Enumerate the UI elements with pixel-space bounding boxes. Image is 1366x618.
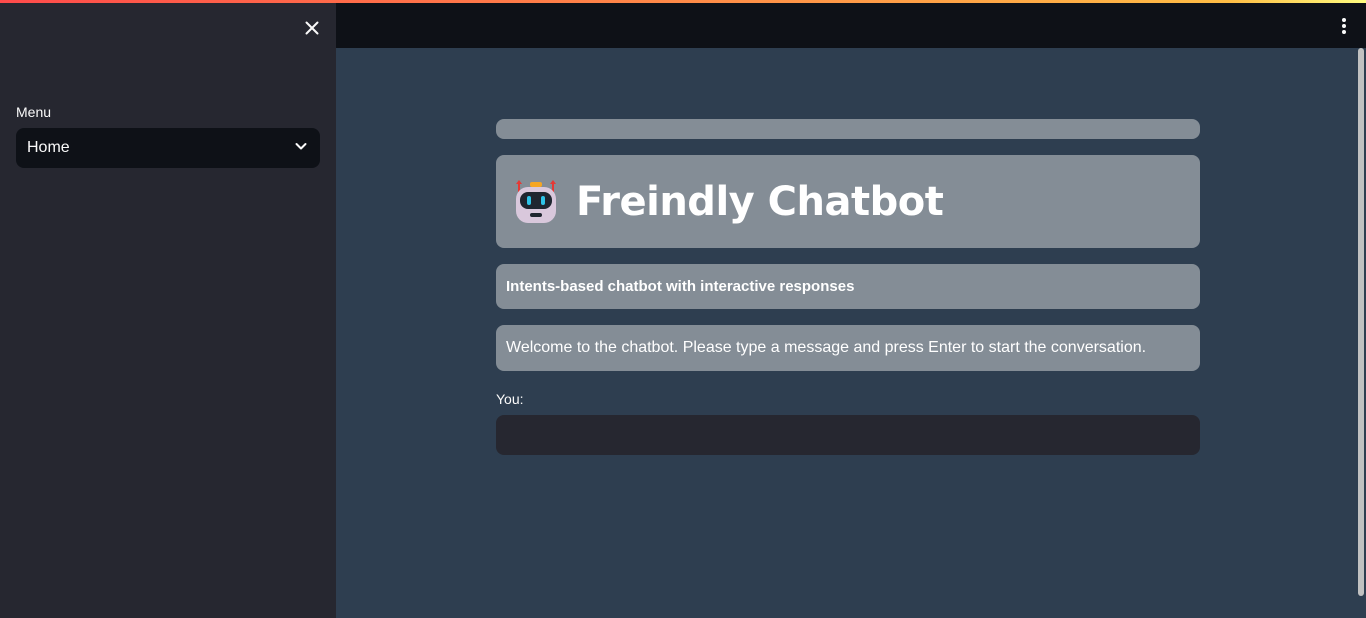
page-title: Freindly Chatbot bbox=[576, 178, 944, 225]
message-input[interactable] bbox=[496, 415, 1200, 455]
page-subtitle: Intents-based chatbot with interactive r… bbox=[506, 278, 855, 295]
app-header bbox=[336, 3, 1366, 48]
sidebar: Menu Home bbox=[0, 0, 336, 618]
top-decoration-bar bbox=[0, 0, 1366, 3]
close-icon[interactable] bbox=[300, 16, 324, 40]
welcome-message: Welcome to the chatbot. Please type a me… bbox=[506, 339, 1147, 356]
welcome-box: Welcome to the chatbot. Please type a me… bbox=[496, 325, 1200, 371]
chevron-down-icon bbox=[293, 138, 309, 158]
message-input-label: You: bbox=[496, 391, 524, 407]
scrollbar[interactable] bbox=[1358, 48, 1364, 596]
empty-box bbox=[496, 119, 1200, 139]
title-box: Freindly Chatbot bbox=[496, 155, 1200, 248]
menu-select-value: Home bbox=[27, 139, 70, 156]
menu-label: Menu bbox=[16, 104, 52, 120]
kebab-menu-icon[interactable] bbox=[1336, 17, 1352, 35]
robot-icon bbox=[512, 178, 560, 226]
subtitle-box: Intents-based chatbot with interactive r… bbox=[496, 264, 1200, 309]
menu-select[interactable]: Home bbox=[16, 128, 320, 168]
